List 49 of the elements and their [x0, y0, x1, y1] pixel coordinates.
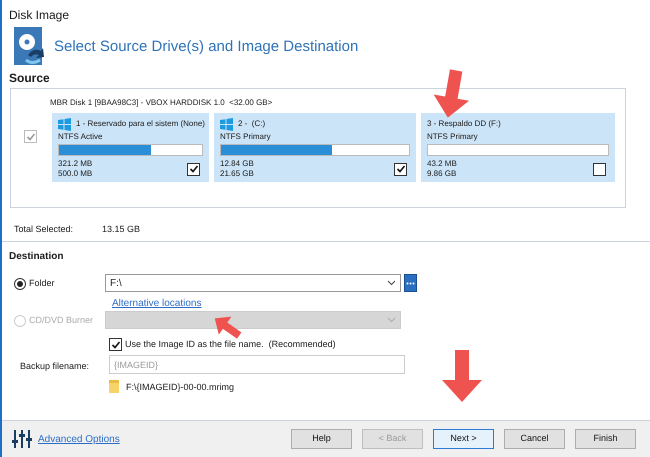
used-size: 43.2 MB — [427, 159, 457, 169]
radio-button[interactable] — [14, 278, 26, 290]
more-icon — [406, 282, 415, 284]
radio-label: CD/DVD Burner — [29, 314, 94, 327]
alternative-locations-link[interactable]: Alternative locations — [112, 296, 202, 311]
caret-icon — [387, 317, 396, 323]
partition-card[interactable]: 2 - (C:) NTFS Primary 12.84 GB 21.65 GB — [214, 113, 416, 182]
dialog-button[interactable]: Help — [291, 429, 352, 449]
window-title: Disk Image — [8, 7, 70, 24]
disk-label: MBR Disk 1 [9BAA98C3] - VBOX HARDDISK 1.0 <32.00 GB> — [50, 97, 272, 109]
radio-label: Folder — [29, 277, 55, 290]
filename-field[interactable]: {IMAGEID} — [109, 355, 405, 374]
checkbox-label: Use the Image ID as the file name. (Recommended) — [125, 338, 336, 351]
partition-type: NTFS Primary — [220, 131, 272, 143]
dialog-button[interactable]: Finish — [575, 429, 636, 449]
partition-type: NTFS Active — [58, 131, 104, 143]
checkbox[interactable] — [187, 162, 200, 176]
windows-icon — [220, 118, 233, 130]
partition-card[interactable]: 3 - Respaldo DD (F:) NTFS Primary 43.2 MB 9.86 GB — [421, 113, 615, 182]
total-label: Total Selected: — [14, 223, 74, 235]
checkbox[interactable] — [394, 162, 407, 176]
browse-button[interactable] — [404, 274, 417, 292]
section-title: Source — [8, 70, 51, 86]
partition-card[interactable]: 1 - Reservado para el sistem (None) NTFS Active 321.2 MB 500.0 MB — [52, 113, 209, 182]
partition-name: 2 - (C:) — [238, 118, 266, 130]
checkbox[interactable] — [109, 338, 122, 352]
section-title: Destination — [8, 250, 64, 263]
total-size: 500.0 MB — [58, 169, 92, 179]
total-size: 21.65 GB — [220, 169, 254, 179]
partition-name: 3 - Respaldo DD (F:) — [427, 118, 501, 130]
partition-type: NTFS Primary — [427, 131, 479, 143]
dialog-button[interactable]: Next > — [433, 429, 494, 449]
folder-dropdown[interactable]: F:\ — [105, 274, 401, 292]
field-label: Backup filename: — [20, 360, 90, 373]
total-value: 13.15 GB — [102, 223, 140, 235]
partition-name: 1 - Reservado para el sistem (None) — [76, 118, 205, 130]
dialog-button[interactable]: Cancel — [504, 429, 565, 449]
advanced-options-link[interactable]: Advanced Options — [38, 432, 120, 446]
checkbox[interactable] — [593, 162, 606, 176]
caret-icon — [387, 280, 396, 286]
used-size: 12.84 GB — [220, 159, 254, 169]
used-size: 321.2 MB — [58, 159, 92, 169]
file-path: F:\{IMAGEID}-00-00.mrimg — [126, 381, 234, 394]
sliders-icon[interactable] — [12, 430, 32, 448]
folder-icon — [109, 380, 119, 393]
arrow-icon — [442, 350, 482, 402]
total-size: 9.86 GB — [427, 169, 457, 179]
page-heading: Select Source Drive(s) and Image Destination — [54, 36, 358, 57]
windows-icon — [58, 118, 71, 130]
